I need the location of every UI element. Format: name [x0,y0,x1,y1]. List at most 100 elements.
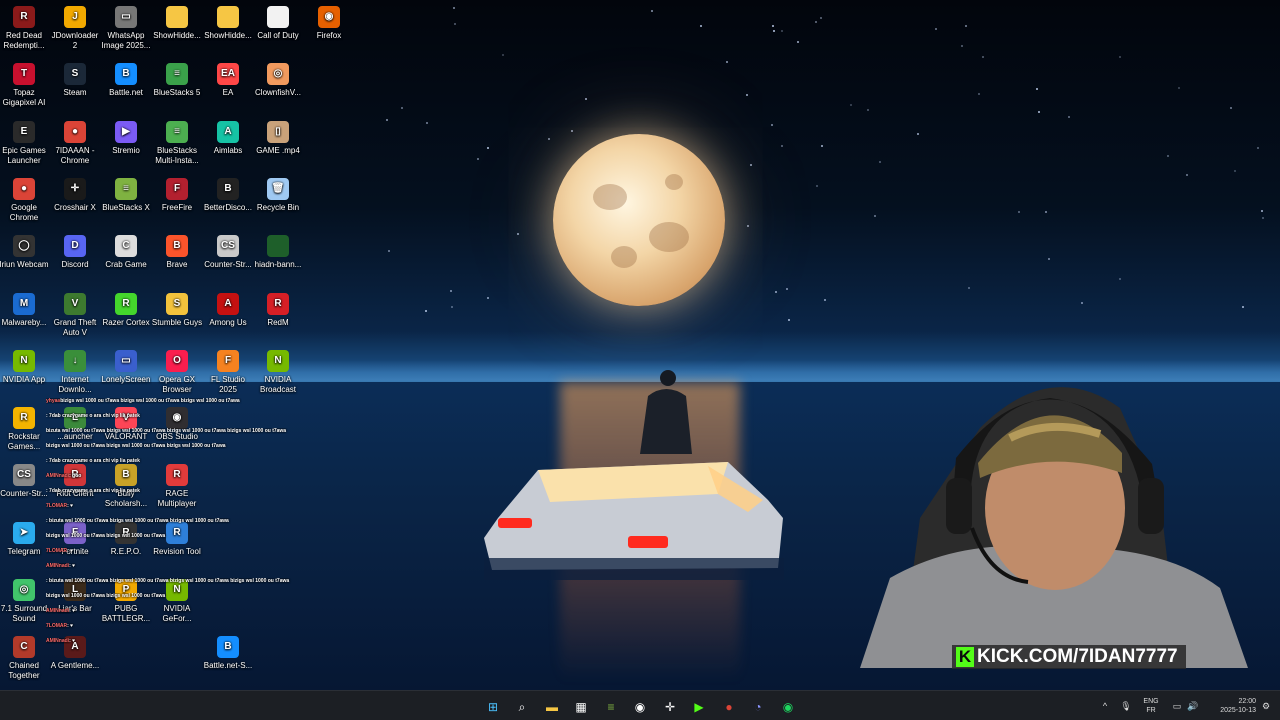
stremio-icon: ▶ [115,121,137,143]
tray-overflow-chevron-icon[interactable]: ^ [1098,691,1112,720]
desktop-shortcut-label: EA [222,88,234,97]
desktop-shortcut[interactable]: ▭ LonelyScreen [100,344,152,385]
crosshair-button[interactable]: ✛ [659,696,681,718]
desktop-shortcut[interactable]: ≡ BlueStacks X [100,172,152,213]
bluestacks-button[interactable]: ≡ [600,696,622,718]
desktop-shortcut[interactable]: ➤ Telegram [0,516,50,557]
desktop-shortcut[interactable]: R Rockstar Games... [0,401,50,452]
chat-username: 7LOMAR [46,623,68,629]
tray-date: 2025-10-13 [1220,707,1256,714]
search-button[interactable]: ⌕ [511,696,533,718]
desktop-shortcut[interactable]: A Aimlabs [202,115,254,156]
desktop-shortcut[interactable]: F FL Studio 2025 [202,344,254,395]
desktop-shortcut[interactable]: ShowHidde... [151,0,203,41]
desktop-shortcut-label: Stremio [112,146,140,155]
brave-icon: B [166,235,188,257]
chrome-button[interactable]: ● [718,696,740,718]
chat-text: : ♥ [67,623,74,629]
desktop-shortcut[interactable]: ● 7IDAAAN - Chrome [49,115,101,166]
obs-button[interactable]: ◉ [629,696,651,718]
chat-text: : ♥ [69,638,76,644]
tray-volume-icon[interactable]: 🔊 [1186,691,1200,720]
spotify-icon: ◉ [782,700,794,714]
desktop-shortcut[interactable]: B Battle.net [100,57,152,98]
desktop-shortcut[interactable]: EA EA [202,57,254,98]
tray-language-indicator[interactable]: ENG FR [1140,691,1162,720]
desktop-shortcut-label: BlueStacks 5 [153,88,201,97]
store-button[interactable]: ▦ [570,696,592,718]
desktop-shortcut-label: Discord [61,260,89,269]
chat-message: : 7dab crazygame o ara chi vip lia patek [46,488,376,494]
desktop-shortcut-label: Battle.net [109,88,143,97]
desktop-shortcut[interactable]: 🗑 Recycle Bin [252,172,304,213]
start-button[interactable]: ⊞ [482,696,504,718]
desktop-shortcut[interactable]: ◉ Firefox [303,0,355,41]
desktop-shortcut[interactable]: ● Google Chrome [0,172,50,223]
webcam-icon: ◯ [13,235,35,257]
chat-text: : ♥ [67,548,74,554]
ea-icon: EA [217,63,239,85]
desktop-shortcut[interactable]: J JDownloader 2 [49,0,101,51]
desktop-shortcut-label: Epic Games Launcher [2,146,46,165]
desktop-shortcut[interactable]: S Steam [49,57,101,98]
desktop-shortcut-label: RedM [267,318,289,327]
desktop-shortcut[interactable]: ▶ Stremio [100,115,152,156]
chrome-icon: ● [725,700,733,714]
kick-channel-banner: K KICK.COM/7IDAN7777 [952,645,1186,669]
desktop-shortcut[interactable]: B Brave [151,229,203,270]
betterdiscord-icon: B [217,178,239,200]
desktop-shortcut[interactable]: A Among Us [202,287,254,328]
desktop-shortcut[interactable]: C Chained Together [0,630,50,681]
desktop-shortcut[interactable]: T Topaz Gigapixel AI [0,57,50,108]
play-icon: ▶ [694,700,704,714]
firefox-icon: ◉ [318,6,340,28]
aimlabs-icon: A [217,121,239,143]
desktop-shortcut[interactable]: ✛ Crosshair X [49,172,101,213]
desktop-shortcut[interactable]: V Grand Theft Auto V [49,287,101,338]
desktop-shortcut[interactable]: R RedM [252,287,304,328]
tray-notifications-icon[interactable]: ⚙ [1258,691,1274,720]
desktop-shortcut[interactable]: ≡ BlueStacks Multi-Insta... [151,115,203,166]
kick-channel-url: KICK.COM/7IDAN7777 [977,646,1178,667]
spotify-button[interactable]: ◉ [777,696,799,718]
counter-strike-icon: CS [217,235,239,257]
streamlabs-button[interactable]: ▶ [688,696,710,718]
tray-microphone-icon[interactable]: 🎙 [1118,691,1134,720]
desktop-shortcut[interactable]: ◎ ClownfishV... [252,57,304,98]
desktop-shortcut[interactable]: hiadn-bann... [252,229,304,270]
desktop-shortcut-label: Brave [166,260,188,269]
discord-button[interactable]: ◔ [747,696,769,718]
file-explorer-button[interactable]: ▬ [541,696,563,718]
desktop-shortcut[interactable]: N NVIDIA Broadcast [252,344,304,395]
desktop-shortcut[interactable]: M Malwareby... [0,287,50,328]
desktop-shortcut[interactable]: CS Counter-Str... [0,458,50,499]
desktop-shortcut[interactable]: ◎ 7.1 Surround Sound [0,573,50,624]
desktop-shortcut[interactable]: F FreeFire [151,172,203,213]
desktop-shortcut[interactable]: Call of Duty [252,0,304,41]
desktop-shortcut[interactable]: ▭ WhatsApp Image 2025... [100,0,152,51]
desktop-shortcut[interactable]: C Crab Game [100,229,152,270]
wallpaper-car [484,462,784,580]
tray-network-icon[interactable]: ▭ [1170,691,1184,720]
desktop-shortcut[interactable]: ◯ Iriun Webcam [0,229,50,270]
store-icon: ▦ [575,700,587,714]
tray-clock[interactable]: 22:00 2025-10-13 [1206,691,1256,720]
desktop-shortcut[interactable]: O Opera GX Browser [151,344,203,395]
lonelyscreen-icon: ▭ [115,350,137,372]
desktop-shortcut[interactable]: ▯ GAME .mp4 [252,115,304,156]
desktop-shortcut[interactable]: S Stumble Guys [151,287,203,328]
desktop-shortcut[interactable]: R Red Dead Redempti... [0,0,50,51]
desktop-shortcut[interactable]: D Discord [49,229,101,270]
desktop-shortcut[interactable]: E Epic Games Launcher [0,115,50,166]
desktop-shortcut[interactable]: CS Counter-Str... [202,229,254,270]
chat-text: bizigs wsl 1000 ou t7awa bizigs wsl 1000… [46,593,166,599]
desktop-shortcut[interactable]: B BetterDisco... [202,172,254,213]
desktop-shortcut[interactable]: ShowHidde... [202,0,254,41]
desktop-shortcut[interactable]: R Razer Cortex [100,287,152,328]
desktop-shortcut[interactable]: N NVIDIA App [0,344,50,385]
jdownloader-icon: J [64,6,86,28]
desktop-shortcut-label: BetterDisco... [203,203,252,212]
desktop-shortcut-label: ShowHidde... [204,31,252,40]
desktop-shortcut[interactable]: ↓ Internet Downlo... [49,344,101,395]
desktop-shortcut[interactable]: ≡ BlueStacks 5 [151,57,203,98]
